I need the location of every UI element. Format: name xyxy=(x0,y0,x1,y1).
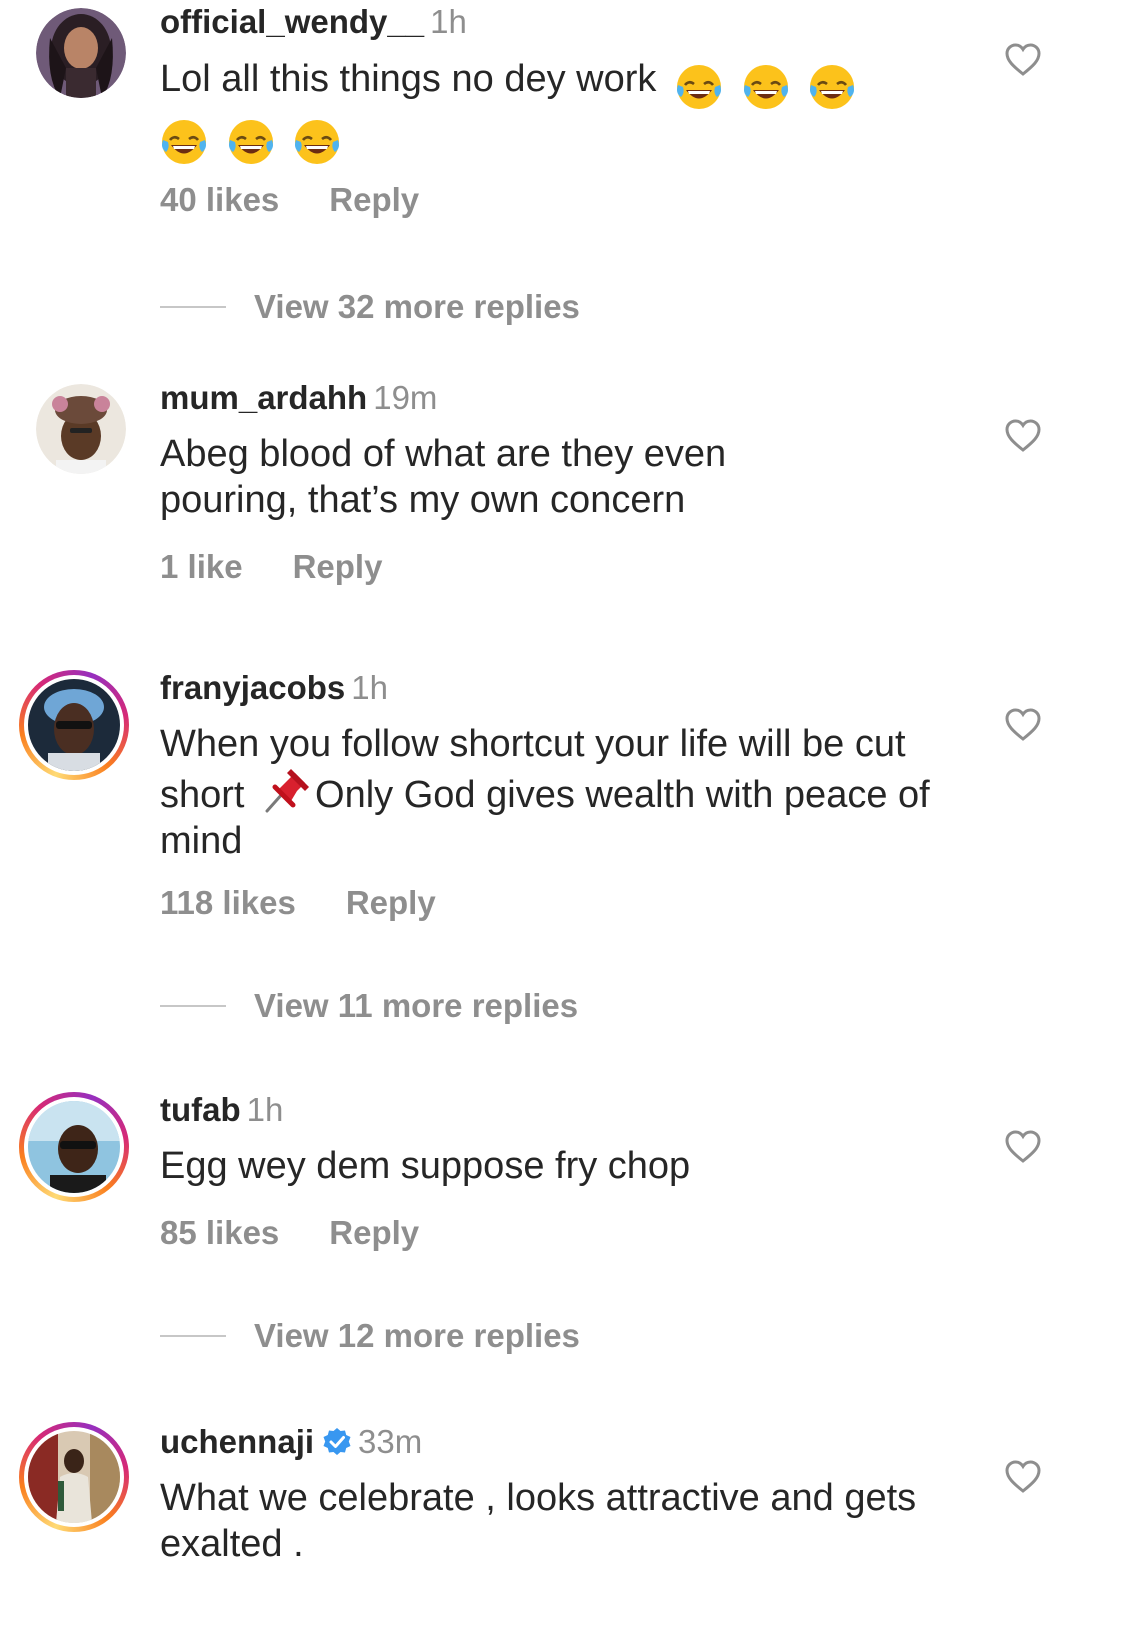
reply-button[interactable]: Reply xyxy=(329,181,419,218)
view-replies-label: View 32 more replies xyxy=(254,288,580,325)
replies-divider xyxy=(160,306,226,308)
comment-username[interactable]: mum_ardahh xyxy=(160,379,367,416)
reply-button[interactable]: Reply xyxy=(293,548,383,585)
avatar[interactable] xyxy=(36,384,126,474)
comment-timestamp: 1h xyxy=(246,1091,284,1128)
avatar-story-ring[interactable] xyxy=(19,670,129,780)
like-count[interactable]: 85 likes xyxy=(160,1214,279,1251)
comment-text-content: Lol all this things no dey work xyxy=(160,58,657,100)
laughing-emoji-group xyxy=(667,62,856,111)
view-replies-button[interactable]: View 32 more replies xyxy=(160,288,580,328)
reply-button[interactable]: Reply xyxy=(346,884,436,921)
avatar-story-ring[interactable] xyxy=(19,1422,129,1532)
avatar[interactable] xyxy=(36,8,126,98)
comment-text: Egg wey dem suppose fry chop xyxy=(160,1145,691,1187)
laughing-emoji-icon xyxy=(228,119,273,164)
comment-timestamp: 1h xyxy=(351,669,388,706)
comment-username[interactable]: uchennaji xyxy=(160,1423,314,1460)
avatar-story-ring[interactable] xyxy=(19,1092,129,1202)
comment-text: When you follow shortcut your life will … xyxy=(160,721,940,864)
comment-text: What we celebrate , looks attractive and… xyxy=(160,1477,917,1565)
laughing-emoji-icon xyxy=(676,64,721,109)
heart-outline-icon[interactable] xyxy=(1005,1460,1041,1494)
verified-badge-icon xyxy=(323,1428,351,1455)
avatar-photo xyxy=(36,384,126,474)
view-replies-button[interactable]: View 12 more replies xyxy=(160,1317,580,1357)
heart-outline-icon[interactable] xyxy=(1005,1130,1041,1164)
comment-text: Lol all this things no dey work xyxy=(160,56,960,166)
like-count[interactable]: 40 likes xyxy=(160,181,279,218)
heart-outline-icon[interactable] xyxy=(1005,419,1041,453)
laughing-emoji-icon xyxy=(295,119,340,164)
view-replies-label: View 12 more replies xyxy=(254,1317,580,1354)
reply-button[interactable]: Reply xyxy=(329,1214,419,1251)
avatar-photo xyxy=(36,8,126,98)
laughing-emoji-icon xyxy=(162,119,206,164)
comment-timestamp: 33m xyxy=(358,1423,423,1460)
laughing-emoji-group xyxy=(152,117,341,166)
comment-username[interactable]: official_wendy__ xyxy=(160,3,424,40)
comment-username[interactable]: tufab xyxy=(160,1091,241,1128)
laughing-emoji-icon xyxy=(810,64,855,109)
view-replies-button[interactable]: View 11 more replies xyxy=(160,987,578,1027)
heart-outline-icon[interactable] xyxy=(1005,43,1041,77)
view-replies-label: View 11 more replies xyxy=(254,987,579,1024)
replies-divider xyxy=(160,1335,226,1337)
comment-username[interactable]: franyjacobs xyxy=(160,669,345,706)
avatar-photo xyxy=(28,1431,120,1523)
pushpin-emoji-icon xyxy=(265,769,310,813)
comment-text: Abeg blood of what are they even pouring… xyxy=(160,433,727,521)
comment-timestamp: 19m xyxy=(373,379,438,416)
avatar-photo xyxy=(28,679,120,771)
avatar-photo xyxy=(28,1101,120,1193)
like-count[interactable]: 1 like xyxy=(160,548,243,585)
replies-divider xyxy=(160,1005,226,1007)
laughing-emoji-icon xyxy=(743,64,788,109)
heart-outline-icon[interactable] xyxy=(1005,708,1041,742)
comment-timestamp: 1h xyxy=(430,3,467,40)
like-count[interactable]: 118 likes xyxy=(160,884,296,921)
